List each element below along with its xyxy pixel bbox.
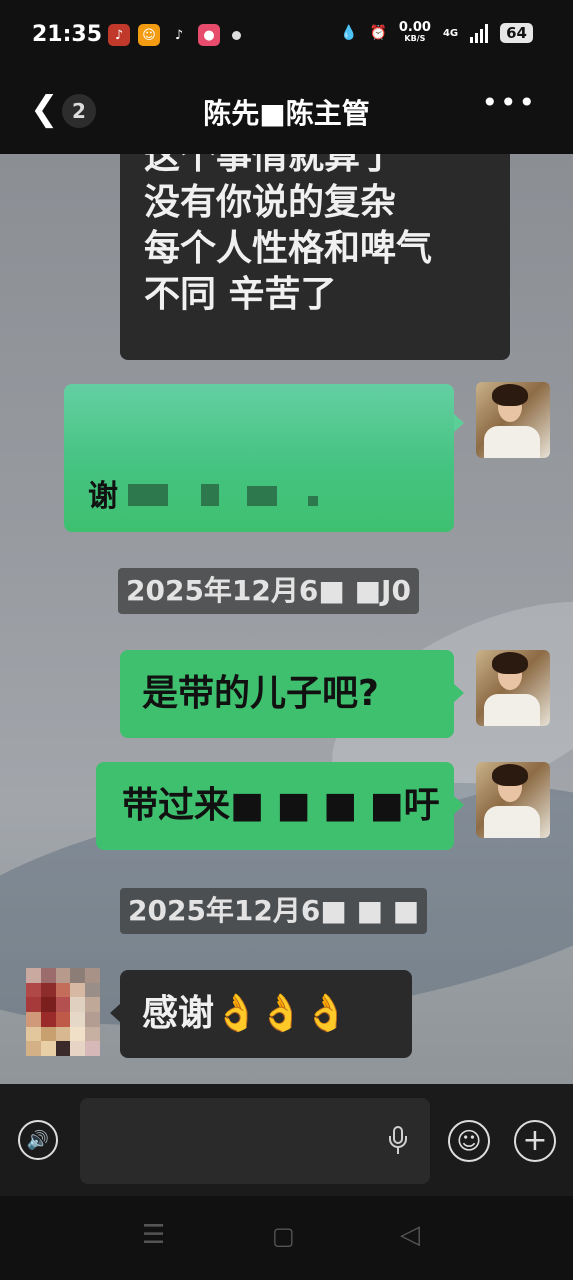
more-options-icon[interactable]: ••• bbox=[481, 86, 537, 119]
tiktok-icon: ♪ bbox=[168, 24, 190, 46]
my-avatar[interactable] bbox=[476, 650, 550, 726]
app-notification-icon: ☺ bbox=[138, 24, 160, 46]
home-square-icon[interactable]: ▢ bbox=[272, 1222, 295, 1250]
chat-area[interactable]: 这个事情就算了 没有你说的复杂 每个人性格和啤气 不同 辛苦了 谢 2025年1… bbox=[0, 154, 573, 1084]
signal-icon bbox=[470, 23, 489, 43]
alarm-icon: ⏰ bbox=[369, 25, 387, 41]
sent-message-bubble[interactable]: 带过来■ ■ ■ ■吁 bbox=[96, 762, 454, 850]
timestamp: 2025年12月6■ ■J0 bbox=[118, 568, 419, 614]
bubble-tail bbox=[454, 684, 464, 702]
received-message-bubble[interactable]: 感谢👌👌👌 bbox=[120, 970, 412, 1058]
clock: 21:35 bbox=[32, 22, 103, 47]
app-notification-icon: ♪ bbox=[108, 24, 130, 46]
message-line: 没有你说的复杂 bbox=[144, 182, 397, 223]
network-type: 4G bbox=[442, 27, 459, 39]
plus-icon: + bbox=[522, 1123, 548, 1158]
contact-avatar-pixelated[interactable] bbox=[26, 968, 100, 1056]
input-bar: 🔊 ☺ + bbox=[0, 1084, 573, 1196]
my-avatar[interactable] bbox=[476, 382, 550, 458]
timestamp: 2025年12月6■ ■ ■ bbox=[120, 888, 428, 934]
bubble-tail bbox=[454, 796, 464, 814]
battery-indicator: 64 bbox=[500, 23, 533, 43]
chat-header: ❮ 2 陈先■陈主管 ••• bbox=[0, 72, 573, 154]
emoji-button[interactable]: ☺ bbox=[448, 1120, 490, 1162]
menu-icon[interactable]: ☰ bbox=[142, 1220, 165, 1250]
sent-message-bubble[interactable]: 是带的儿子吧? bbox=[120, 650, 454, 738]
received-message-bubble[interactable]: 这个事情就算了 没有你说的复杂 每个人性格和啤气 不同 辛苦了 bbox=[120, 154, 510, 360]
more-notifications-dot-icon bbox=[232, 30, 241, 40]
voice-icon: 🔊 bbox=[26, 1129, 50, 1151]
bubble-tail bbox=[110, 1004, 120, 1022]
water-drop-icon: 💧 bbox=[340, 25, 358, 41]
more-actions-button[interactable]: + bbox=[514, 1120, 556, 1162]
my-avatar[interactable] bbox=[476, 762, 550, 838]
back-triangle-icon[interactable]: ◁ bbox=[400, 1220, 420, 1250]
app-notification-icon: ● bbox=[198, 24, 220, 46]
microphone-icon[interactable] bbox=[388, 1126, 408, 1156]
status-bar: 21:35 ♪ ☺ ♪ ● 💧 ⏰ 0.00 KB/S 4G 64 bbox=[0, 0, 573, 72]
message-line: 这个事情就算了 bbox=[144, 154, 397, 177]
blurred-message-text: 谢 bbox=[88, 474, 318, 520]
network-speed: 0.00 KB/S bbox=[398, 20, 431, 43]
notification-icons: ♪ ☺ ♪ ● bbox=[108, 24, 241, 46]
bubble-tail bbox=[454, 414, 464, 432]
sent-message-bubble-blurred[interactable]: 谢 bbox=[64, 384, 454, 532]
smiley-icon: ☺ bbox=[456, 1127, 482, 1155]
system-navigation-bar: ☰ ▢ ◁ bbox=[0, 1196, 573, 1280]
voice-toggle-button[interactable]: 🔊 bbox=[18, 1120, 58, 1160]
message-input[interactable] bbox=[80, 1098, 430, 1184]
message-line: 不同 辛苦了 bbox=[144, 274, 337, 315]
message-line: 每个人性格和啤气 bbox=[144, 228, 433, 269]
